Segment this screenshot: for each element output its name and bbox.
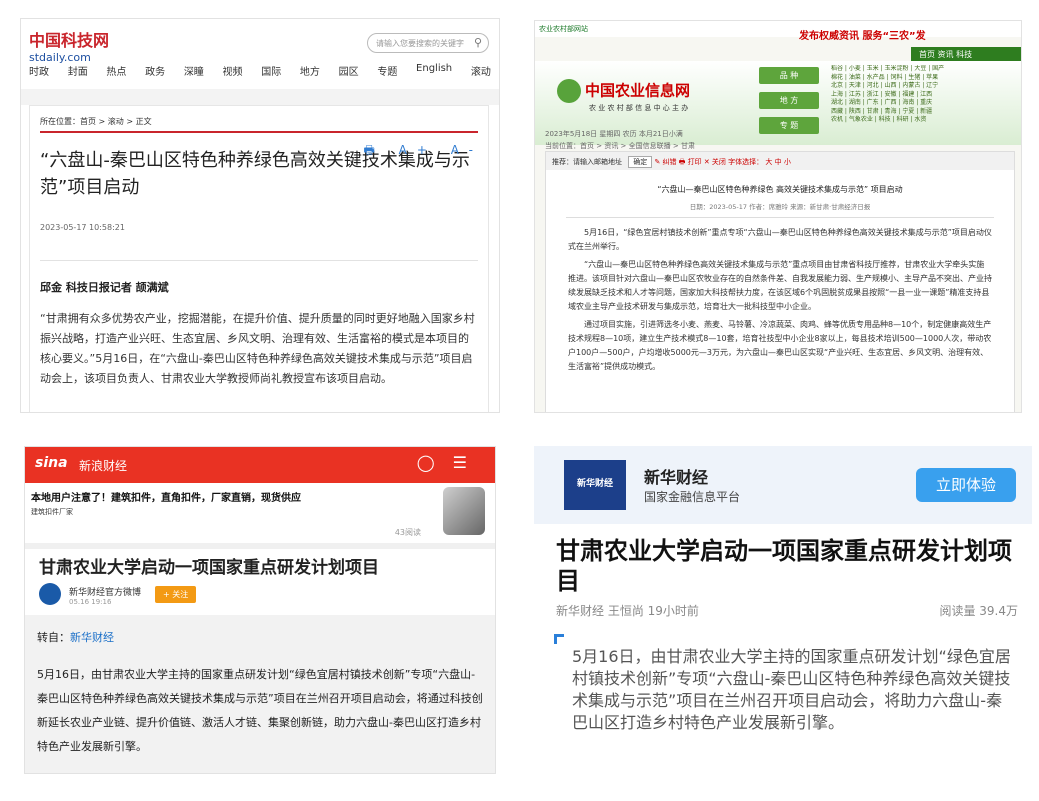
nav-item[interactable]: 视频 xyxy=(223,63,243,78)
nav-item[interactable]: 封面 xyxy=(68,63,88,78)
xinhua-logo[interactable]: 新华财经 xyxy=(564,460,626,510)
header-icons: ◯☰ xyxy=(417,453,485,472)
avatar[interactable] xyxy=(39,583,61,605)
sina-screenshot: sina 新浪财经 ◯☰ 本地用户注意了！建筑扣件，直角扣件，厂家直销，现货供应… xyxy=(24,446,496,774)
paragraph: 通过项目实施，引进筛选冬小麦、燕麦、马铃薯、冷凉蔬菜、肉鸡、蜂等优质专用品种8—… xyxy=(568,320,992,371)
paragraph: “六盘山—秦巴山区特色种养绿色高效关键技术集成与示范”重点项目由甘肃省科技厅推荐… xyxy=(568,260,992,311)
main-nav: 时政 封面 热点 政务 深瞳 视频 国际 地方 园区 专题 English 滚动 xyxy=(29,63,491,78)
nav-item[interactable]: 时政 xyxy=(29,63,49,78)
sina-logo[interactable]: sina xyxy=(35,455,68,471)
ad-subtitle: 建筑扣件厂家 xyxy=(31,508,73,516)
publish-date: 2023-05-17 10:58:21 xyxy=(40,223,125,232)
read-count: 阅读量 39.4万 xyxy=(939,604,1018,618)
author-name[interactable]: 新华财经官方微博 xyxy=(69,588,141,598)
cat-region[interactable]: 地 方 xyxy=(759,92,819,109)
tool-links[interactable]: ✎ 纠错 🖶 打印 ✕ 关闭 字体选择： 大 中 小 xyxy=(654,158,790,166)
article-title: 甘肃农业大学启动一项国家重点研发计划项目 xyxy=(556,537,1012,595)
logo-text: 中国科技网 xyxy=(29,31,110,50)
author-block: 新华财经官方微博 05.16 19:16 xyxy=(69,585,141,606)
divider xyxy=(25,543,495,549)
nav-item[interactable]: 政务 xyxy=(145,63,165,78)
brand-subtitle: 国家金融信息平台 xyxy=(644,490,741,504)
ad-image[interactable] xyxy=(443,487,485,535)
header-divider xyxy=(21,89,499,105)
slogan: 发布权威资讯 服务“三农”发 xyxy=(799,31,926,42)
try-now-button[interactable]: 立即体验 xyxy=(916,468,1016,502)
nav-item[interactable]: 滚动 xyxy=(471,63,491,78)
stdaily-logo[interactable]: 中国科技网 stdaily.com xyxy=(29,27,109,64)
authors: 邱金 科技日报记者 颉满斌 xyxy=(40,281,169,294)
ad-title[interactable]: 本地用户注意了！建筑扣件，直角扣件，厂家直销，现货供应 xyxy=(31,489,301,504)
date-bar: 2023年5月18日 星期四 农历 本月21日小满 xyxy=(545,130,683,138)
nav-item[interactable]: 热点 xyxy=(106,63,126,78)
agri-logo-icon xyxy=(557,79,581,103)
nav-item[interactable]: 园区 xyxy=(339,63,359,78)
logo-text: 中国农业信息网 xyxy=(585,81,691,100)
article-body: 5月16日，“绿色宜居村镇技术创新”重点专项“六盘山—秦巴山区特色种养绿色高效关… xyxy=(546,218,1014,374)
logo-sub: 农 业 农 村 部 信 息 中 心 主 办 xyxy=(589,104,689,112)
agri-logo[interactable]: 中国农业信息网农 业 农 村 部 信 息 中 心 主 办 xyxy=(557,79,690,113)
breadcrumb[interactable]: 所在位置：首页 > 滚动 > 正文 xyxy=(40,116,478,133)
article-card: 推荐：请输入邮箱地址 确定 ✎ 纠错 🖶 打印 ✕ 关闭 字体选择： 大 中 小… xyxy=(545,151,1015,412)
follow-button[interactable]: + 关注 xyxy=(155,586,197,603)
paragraph: 5月16日，由甘肃农业大学主持的国家重点研发计划“绿色宜居村镇技术创新”专项“六… xyxy=(37,668,483,753)
top-menu[interactable]: 首页 资讯 科技 xyxy=(911,47,1021,61)
nav-item[interactable]: 深瞳 xyxy=(184,63,204,78)
article-body: “甘肃拥有众多优势农产业，挖掘潜能，在提升价值、提升质量的同时更好地融入国家乡村… xyxy=(40,312,475,385)
read-count: 43阅读 xyxy=(394,528,421,537)
breadcrumb[interactable]: 当前位置：首页 > 资讯 > 全国信息联播 > 甘肃 xyxy=(545,141,695,151)
author-time: 05.16 19:16 xyxy=(69,598,112,606)
divider xyxy=(40,260,478,261)
user-icon[interactable]: ◯ xyxy=(417,453,453,472)
search-placeholder: 请输入您要搜索的关键字 xyxy=(376,39,464,48)
confirm-button[interactable]: 确定 xyxy=(628,156,653,168)
site-label[interactable]: 农业农村部网站 xyxy=(535,21,1021,37)
article-lead: 5月16日，由甘肃农业大学主持的国家重点研发计划“绿色宜居村镇技术创新”专项“六… xyxy=(572,647,1011,732)
nav-item[interactable]: 地方 xyxy=(300,63,320,78)
nav-item[interactable]: 国际 xyxy=(261,63,281,78)
agri-screenshot: 农业农村部网站 发布权威资讯 服务“三农”发 首页 资讯 科技 中国农业信息网农… xyxy=(534,20,1022,413)
source-line: 转自：新华财经 xyxy=(37,629,483,645)
nav-item[interactable]: English xyxy=(416,63,452,78)
xinhua-header: 新华财经 新华财经 国家金融信息平台 立即体验 xyxy=(534,446,1032,524)
source-prefix: 转自： xyxy=(37,631,70,644)
print-font-tools[interactable]: 🖶 A+ A- xyxy=(364,141,484,162)
category-grid[interactable]: 稻谷 | 小麦 | 玉米 | 玉米淀粉 | 大豆 | 国产 棉花 | 油菜 | … xyxy=(831,65,1017,141)
search-input[interactable]: 请输入您要搜索的关键字 ⚲ xyxy=(367,33,489,53)
brand-name: 新华财经 xyxy=(644,468,709,487)
menu-icon[interactable]: ☰ xyxy=(453,453,485,472)
article-body: 转自：新华财经 5月16日，由甘肃农业大学主持的国家重点研发计划“绿色宜居村镇技… xyxy=(25,615,495,773)
quote-mark-icon xyxy=(554,634,564,644)
section-title[interactable]: 新浪财经 xyxy=(79,457,127,474)
category-buttons: 品 种 地 方 专 题 xyxy=(759,67,819,142)
article-meta: 新华财经 王恒尚 19小时前 xyxy=(556,604,699,618)
article-toolbar: 推荐：请输入邮箱地址 确定 ✎ 纠错 🖶 打印 ✕ 关闭 字体选择： 大 中 小 xyxy=(546,152,1014,170)
stdaily-screenshot: 中国科技网 stdaily.com 请输入您要搜索的关键字 ⚲ 时政 封面 热点 政务 深瞳… xyxy=(20,18,500,413)
paragraph: 5月16日，“绿色宜居村镇技术创新”重点专项“六盘山—秦巴山区特色种养绿色高效关… xyxy=(568,228,992,251)
xinhua-screenshot: 新华财经 新华财经 国家金融信息平台 立即体验 甘肃农业大学启动一项国家重点研发… xyxy=(534,446,1032,776)
sina-header: sina 新浪财经 ◯☰ xyxy=(25,447,495,483)
article-title: “六盘山—秦巴山区特色种养绿色 高效关键技术集成与示范” 项目启动 xyxy=(657,185,903,194)
cat-topic[interactable]: 专 题 xyxy=(759,117,819,134)
source-link[interactable]: 新华财经 xyxy=(70,631,114,644)
article-meta: 日期：2023-05-17 作者：席雅玲 来源：新甘肃·甘肃经济日报 xyxy=(566,201,994,218)
nav-item[interactable]: 专题 xyxy=(377,63,397,78)
article-title: 甘肃农业大学启动一项国家重点研发计划项目 xyxy=(39,558,379,578)
cat-variety[interactable]: 品 种 xyxy=(759,67,819,84)
search-icon[interactable]: ⚲ xyxy=(474,36,482,49)
recommend-email[interactable]: 推荐：请输入邮箱地址 xyxy=(552,158,622,166)
